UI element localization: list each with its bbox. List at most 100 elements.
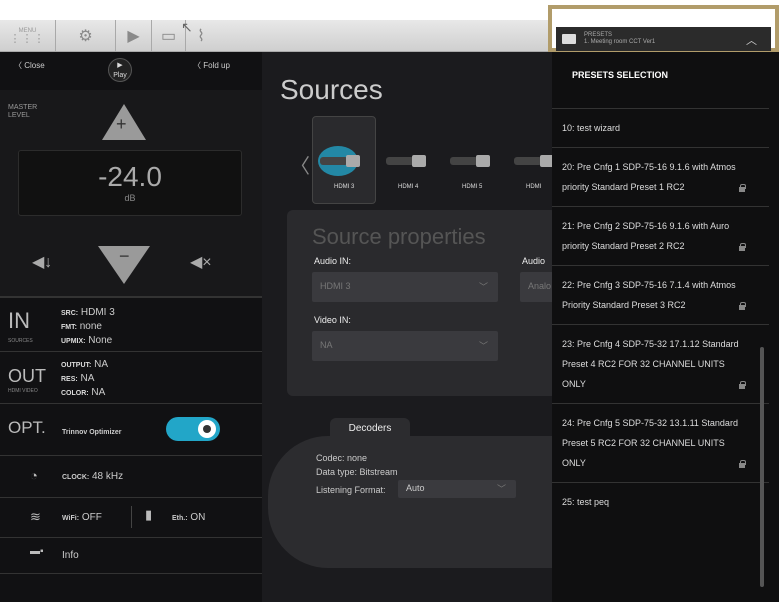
- presets-info: PRESETS 1. Meeting room CCT Ver1: [584, 32, 655, 46]
- clock-row[interactable]: ◔ CLOCK: 48 kHz: [0, 456, 262, 498]
- presets-title: PRESETS SELECTION: [572, 70, 669, 80]
- preset-item[interactable]: 21: Pre Cnfg 2 SDP-75-16 9.1.6 with Auro…: [552, 206, 769, 265]
- output-key: OUTPUT:: [61, 362, 92, 369]
- eth-key: Eth.:: [172, 515, 188, 522]
- preset-item[interactable]: 25: test peq: [552, 482, 769, 521]
- info-label: Info: [62, 550, 79, 561]
- listening-format-select[interactable]: Auto ﹀: [398, 480, 516, 498]
- level-unit: dB: [124, 193, 136, 203]
- audio-select-2[interactable]: Analo: [520, 272, 552, 302]
- wifi-value: OFF: [81, 512, 102, 523]
- res-key: RES:: [61, 376, 78, 383]
- fold-up-button[interactable]: 〈 Fold up: [193, 60, 230, 71]
- info-row[interactable]: ▬▪ Info: [0, 538, 262, 574]
- menu-button[interactable]: MENU ⋮⋮⋮: [0, 19, 56, 52]
- info-icon: ▬▪: [30, 546, 44, 557]
- wifi-icon: ≋: [30, 509, 41, 524]
- settings-button[interactable]: ⚙: [56, 19, 116, 52]
- hdmi-plug-icon: [320, 152, 360, 170]
- lock-icon: [739, 184, 746, 192]
- hdmi-plug-icon: [386, 152, 426, 170]
- outputs-status-row[interactable]: OUT HDMI VIDEO OUTPUT: NA RES: NA COLOR:…: [0, 352, 262, 404]
- presets-label: PRESETS: [584, 32, 613, 38]
- fmt-key: FMT:: [61, 324, 77, 331]
- toggle-knob: [198, 420, 216, 438]
- video-in-select[interactable]: NA ﹀: [312, 331, 498, 361]
- logo-text: Play: [113, 72, 127, 79]
- src-key: SRC:: [61, 310, 79, 317]
- preset-item[interactable]: 23: Pre Cnfg 4 SDP-75-32 17.1.12 Standar…: [552, 324, 769, 403]
- src-value: HDMI 3: [80, 307, 115, 318]
- wifi-key: WiFi:: [62, 515, 80, 522]
- preset-label: 21: Pre Cnfg 2 SDP-75-16 9.1.6 with Auro…: [562, 221, 730, 251]
- chevron-left-icon[interactable]: 〈: [290, 150, 310, 179]
- preset-label: 24: Pre Cnfg 5 SDP-75-32 13.1.11 Standar…: [562, 418, 738, 468]
- preset-item[interactable]: 20: Pre Cnfg 1 SDP-75-16 9.1.6 with Atmo…: [552, 147, 769, 206]
- hdmi-plug-icon: [450, 152, 490, 170]
- optimizer-label: Trinnov Optimizer: [62, 429, 122, 436]
- presets-dropdown[interactable]: PRESETS 1. Meeting room CCT Ver1 ︿: [548, 5, 779, 52]
- preset-label: 23: Pre Cnfg 4 SDP-75-32 17.1.12 Standar…: [562, 339, 739, 389]
- audio-in-label: Audio IN:: [314, 256, 352, 266]
- presets-dropdown-bar: PRESETS 1. Meeting room CCT Ver1 ︿: [556, 27, 771, 51]
- sources-status-row[interactable]: IN SOURCES SRC: HDMI 3 FMT: none UPMIX: …: [0, 300, 262, 352]
- preset-label: 10: test wizard: [562, 123, 621, 133]
- fmt-value: none: [79, 321, 102, 332]
- ethernet-icon: ▮: [145, 507, 153, 522]
- preset-label: 25: test peq: [562, 497, 610, 507]
- close-button[interactable]: 〈 Close: [14, 60, 45, 71]
- level-value: -24.0: [98, 161, 162, 192]
- video-in-label: Video IN:: [314, 315, 351, 325]
- eth-value: ON: [190, 512, 206, 523]
- outputs-sub: HDMI VIDEO: [8, 388, 38, 394]
- presets-list: 10: test wizard 20: Pre Cnfg 1 SDP-75-16…: [552, 108, 769, 521]
- preset-item[interactable]: 22: Pre Cnfg 3 SDP-75-16 7.1.4 with Atmo…: [552, 265, 769, 324]
- play-button[interactable]: ▶: [116, 19, 152, 52]
- left-panel-header: 〈 Close ▶ Play 〈 Fold up: [0, 52, 262, 90]
- source-label[interactable]: HDMI 3: [334, 184, 354, 190]
- master-label-line2: LEVEL: [8, 112, 30, 119]
- source-label[interactable]: HDMI 4: [398, 184, 418, 190]
- master-label-line1: MASTER: [8, 104, 38, 111]
- color-value: NA: [91, 387, 106, 398]
- dim-volume-icon[interactable]: ◀↓: [32, 252, 52, 272]
- source-label[interactable]: HDMI 5: [462, 184, 482, 190]
- fold-label: Fold up: [203, 61, 230, 70]
- waveform-icon: ⌇: [197, 27, 205, 45]
- source-label[interactable]: HDMI: [526, 184, 541, 190]
- tab-decoders[interactable]: Decoders: [330, 418, 410, 440]
- divider: [131, 506, 132, 528]
- presets-scrollbar[interactable]: [760, 347, 764, 587]
- clock-key: CLOCK:: [62, 474, 90, 481]
- listening-format-label: Listening Format:: [316, 485, 386, 495]
- close-label: Close: [24, 61, 45, 70]
- preset-label: 20: Pre Cnfg 1 SDP-75-16 9.1.6 with Atmo…: [562, 162, 736, 192]
- mute-icon[interactable]: ◀×: [190, 252, 212, 272]
- preset-item[interactable]: 24: Pre Cnfg 5 SDP-75-32 13.1.11 Standar…: [552, 403, 769, 482]
- preset-label: 22: Pre Cnfg 3 SDP-75-16 7.1.4 with Atmo…: [562, 280, 736, 310]
- minus-icon: −: [119, 246, 130, 266]
- opt-label: OPT.: [8, 418, 46, 437]
- chevron-up-icon[interactable]: ︿: [746, 32, 757, 48]
- page-title: Sources: [280, 74, 383, 105]
- color-key: COLOR:: [61, 390, 89, 397]
- network-row[interactable]: ≋ WiFi: OFF ▮ Eth.: ON: [0, 498, 262, 538]
- preset-item[interactable]: 10: test wizard: [552, 108, 769, 147]
- presets-panel: PRESETS SELECTION 10: test wizard 20: Pr…: [552, 52, 779, 602]
- gear-icon: ⚙: [78, 27, 93, 45]
- chevron-down-icon: ﹀: [496, 484, 506, 494]
- listening-value: Auto: [406, 483, 425, 493]
- optimizer-row: OPT. Trinnov Optimizer: [0, 404, 262, 456]
- lock-icon: [739, 460, 746, 468]
- current-preset: 1. Meeting room CCT Ver1: [584, 39, 656, 45]
- play-icon: ▶: [127, 27, 140, 45]
- data-type-text: Data type: Bitstream: [316, 467, 398, 477]
- audio-in-select[interactable]: HDMI 3 ﹀: [312, 272, 498, 302]
- props-title: Source properties: [312, 224, 486, 249]
- chevron-down-icon: ﹀: [478, 341, 488, 351]
- top-bar: MENU ⋮⋮⋮ ⚙ ▶ ▭ ⌇ ↖ PRESETS 1. Meeting ro…: [0, 0, 779, 52]
- outputs-values: OUTPUT: NA RES: NA COLOR: NA: [61, 358, 108, 400]
- codec-text: Codec: none: [316, 453, 368, 463]
- optimizer-toggle[interactable]: [166, 417, 220, 441]
- folder-icon: [562, 34, 576, 44]
